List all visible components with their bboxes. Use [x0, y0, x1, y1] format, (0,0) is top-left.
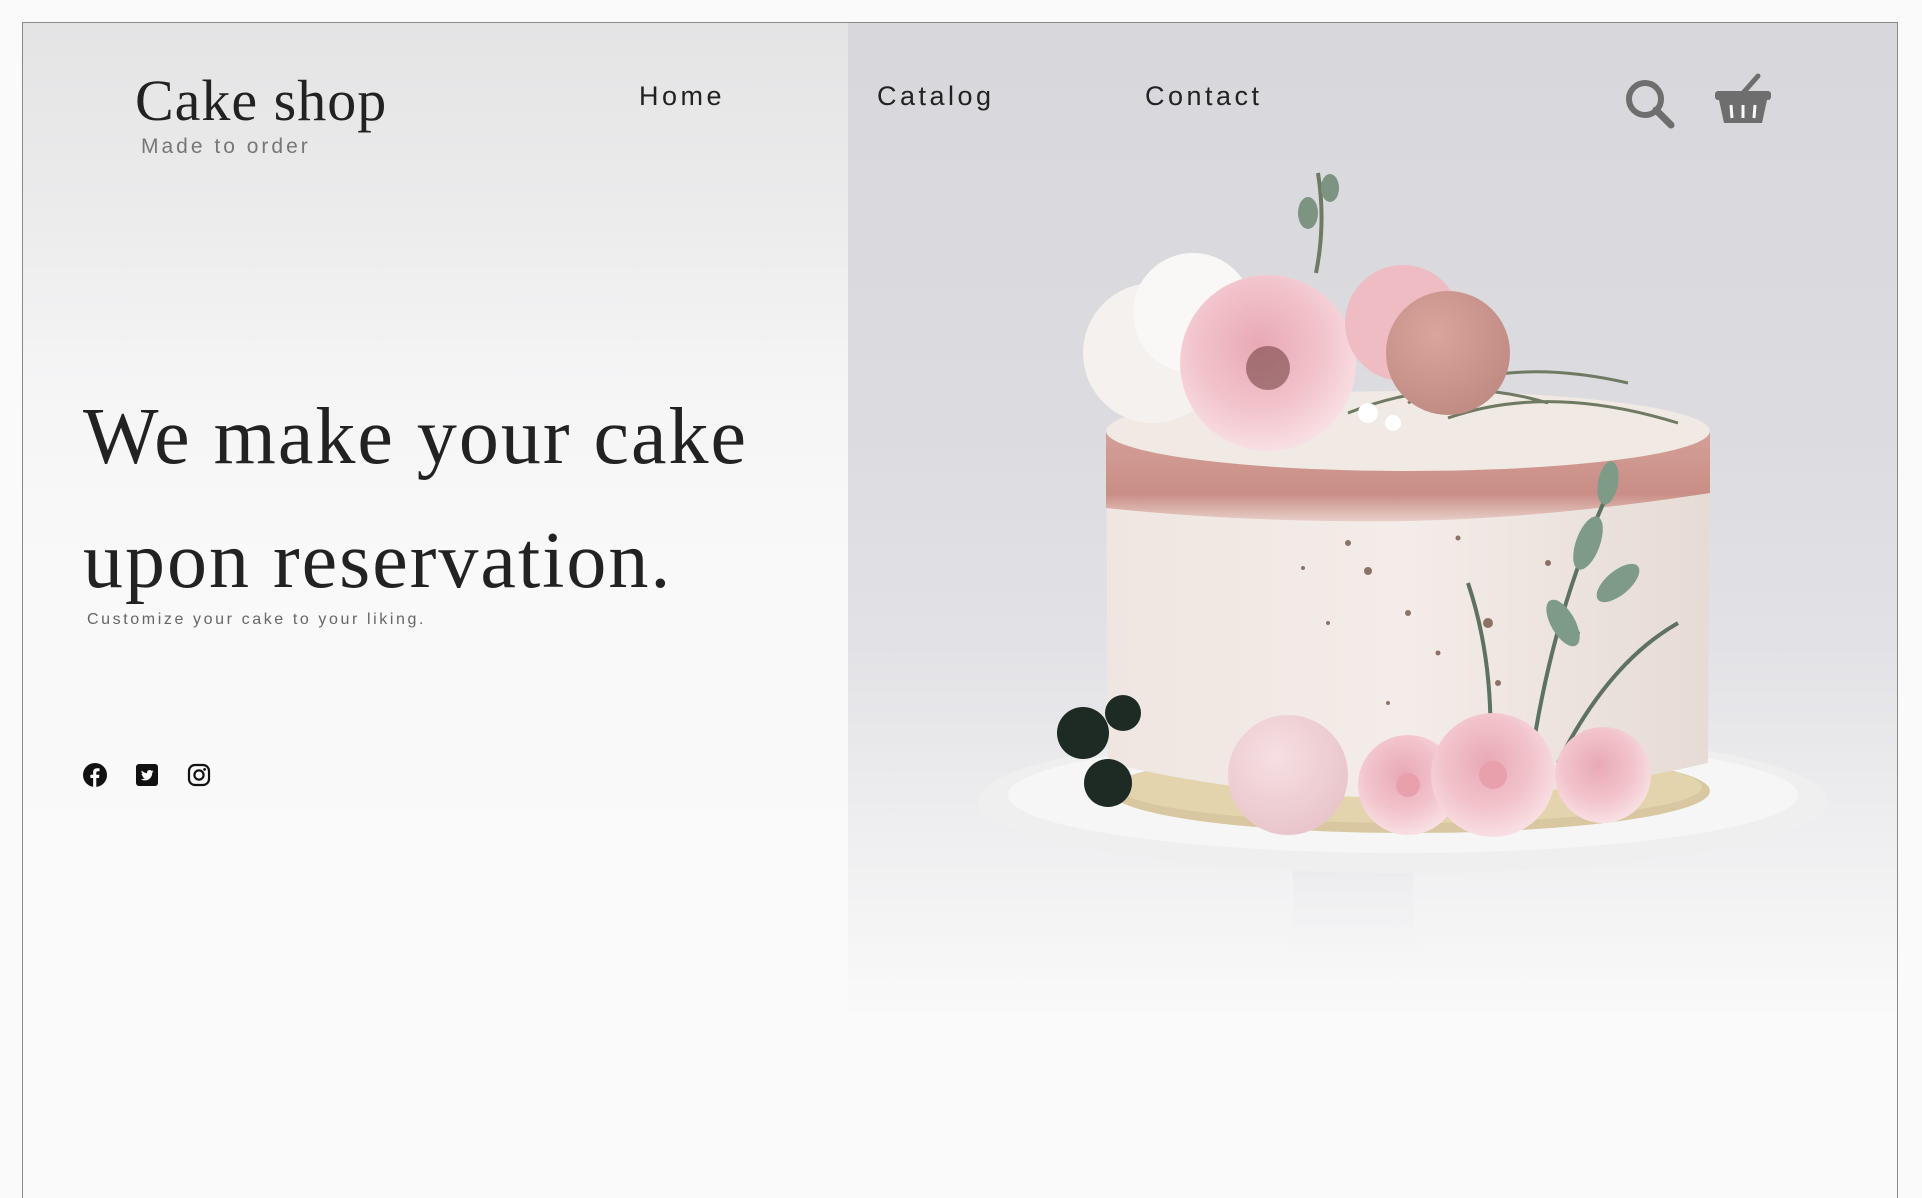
- hero-title-line-2: upon reservation.: [83, 517, 673, 605]
- twitter-link[interactable]: [135, 763, 159, 787]
- cake-illustration: [978, 172, 1828, 983]
- basket-icon: [1715, 73, 1771, 123]
- hero-title-line-1: We make your cake: [83, 393, 749, 481]
- hero-cake-image: [848, 23, 1897, 1023]
- instagram-link[interactable]: [187, 763, 211, 787]
- page-frame: Cake shop Made to order Home Catalog Con…: [22, 22, 1898, 1198]
- facebook-icon: [83, 763, 107, 787]
- search-icon: [1626, 80, 1675, 129]
- brand-name[interactable]: Cake shop: [135, 67, 387, 134]
- hero-subtitle: Customize your cake to your liking.: [87, 611, 427, 628]
- nav-catalog-link[interactable]: Catalog: [877, 81, 995, 112]
- nav-contact-link[interactable]: Contact: [1145, 81, 1263, 112]
- cart-button[interactable]: [1713, 73, 1773, 127]
- twitter-icon: [136, 764, 158, 786]
- nav-home-link[interactable]: Home: [639, 81, 725, 112]
- hero-title: We make your cake upon reservation.: [83, 375, 843, 623]
- search-button[interactable]: [1623, 77, 1677, 131]
- brand-tagline: Made to order: [141, 135, 311, 158]
- instagram-icon: [187, 763, 211, 787]
- facebook-link[interactable]: [83, 763, 107, 787]
